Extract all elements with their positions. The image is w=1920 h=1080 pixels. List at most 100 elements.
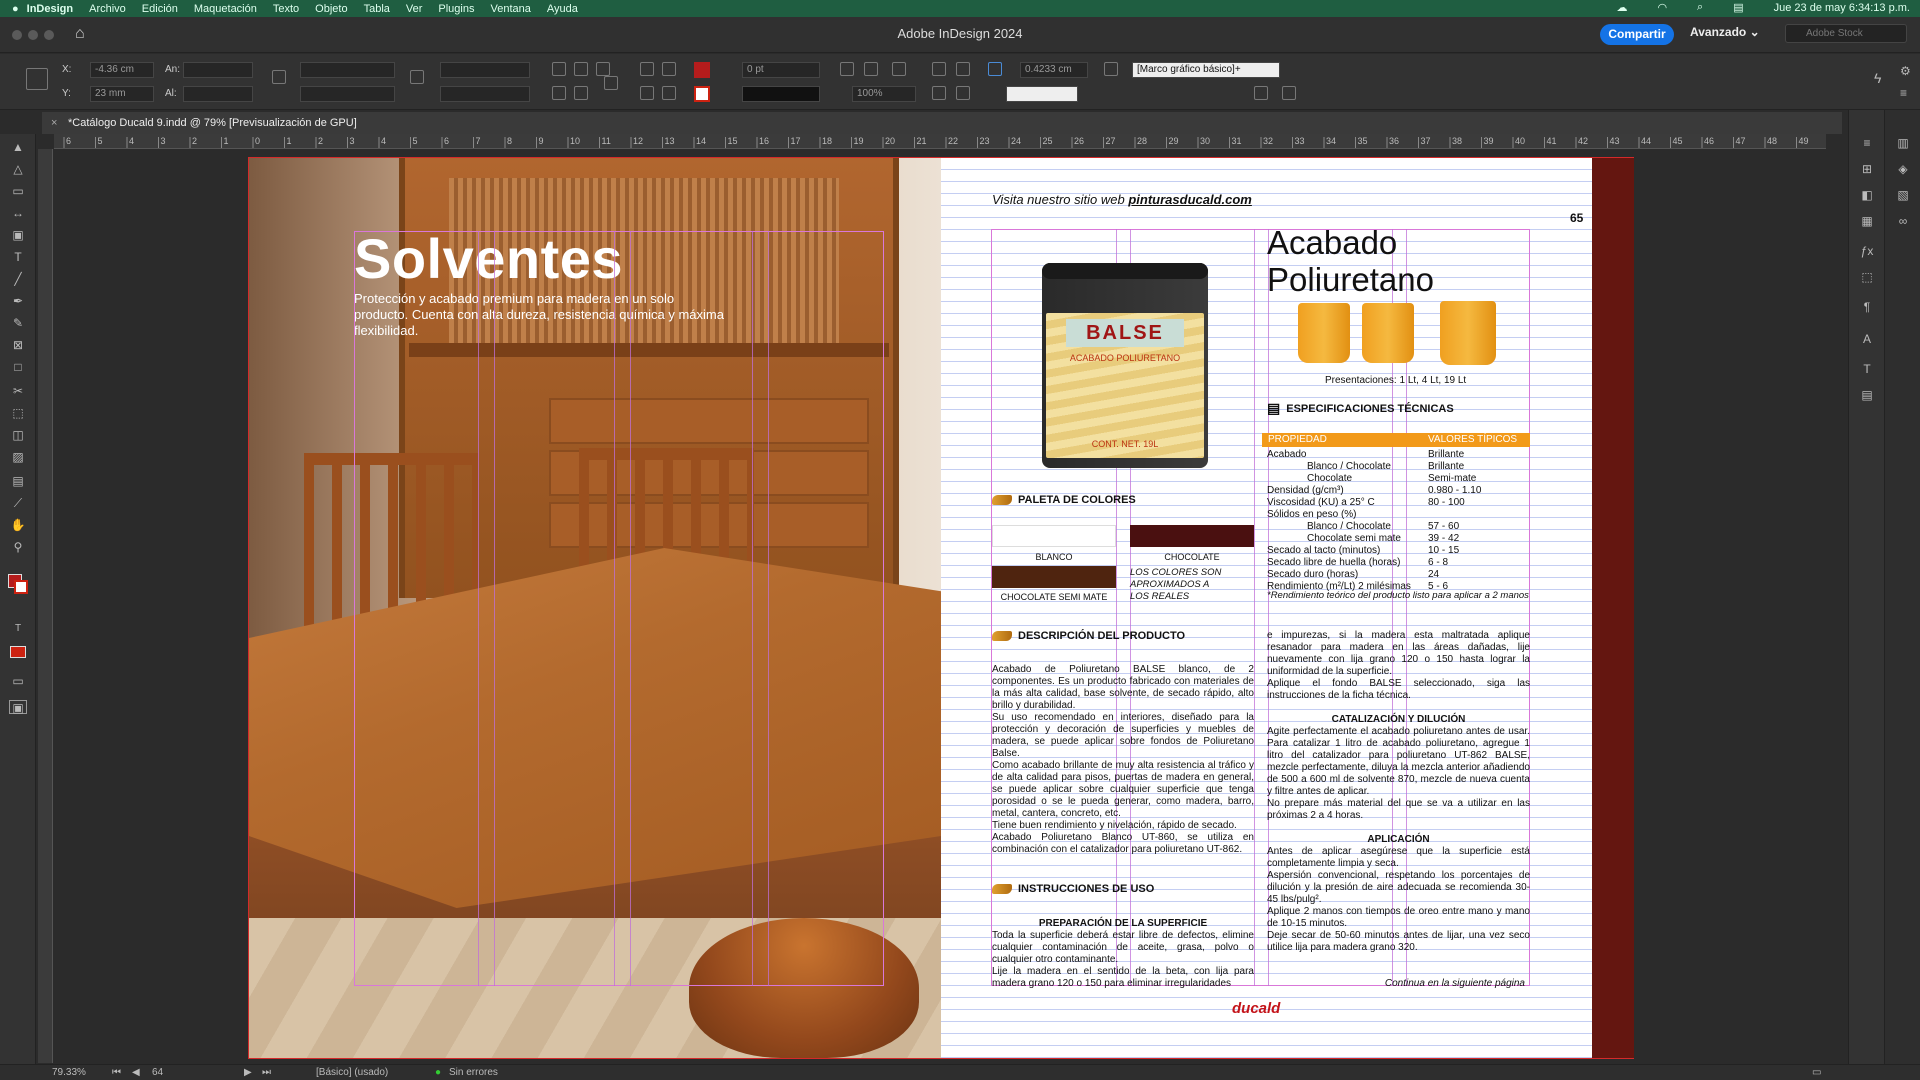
gradient-tool-icon[interactable]: ◫ xyxy=(9,428,27,442)
close-tab-icon[interactable]: × xyxy=(51,112,57,134)
links-panel-icon[interactable]: ⊞ xyxy=(1859,162,1875,176)
menu-texto[interactable]: Texto xyxy=(273,3,299,15)
type-tool-icon[interactable]: T xyxy=(9,250,27,264)
stroke-type-select[interactable] xyxy=(742,86,820,102)
pen-tool-icon[interactable]: ✒ xyxy=(9,294,27,308)
stroke-weight-field[interactable]: 0 pt xyxy=(742,62,820,78)
rotation-field[interactable] xyxy=(440,62,530,78)
text-panel-icon[interactable]: T xyxy=(1859,362,1875,376)
view-mode-icon[interactable]: ▭ xyxy=(9,674,27,688)
menu-ayuda[interactable]: Ayuda xyxy=(547,3,578,15)
scale-y-field[interactable] xyxy=(300,86,395,102)
page-tool-icon[interactable]: ▭ xyxy=(9,184,27,198)
image-panel-icon[interactable]: ▦ xyxy=(1859,214,1875,228)
menu-objeto[interactable]: Objeto xyxy=(315,3,347,15)
control-center-icon[interactable]: ▤ xyxy=(1733,1,1743,14)
apple-icon[interactable]: ● xyxy=(12,3,19,15)
lightning-icon[interactable]: ϟ xyxy=(1874,70,1881,86)
gap-tool-icon[interactable]: ↔ xyxy=(9,206,27,220)
cloud-icon[interactable]: ☁ xyxy=(1616,1,1627,14)
text-wrap-none-icon[interactable] xyxy=(932,62,946,76)
flip-icon[interactable] xyxy=(596,62,610,76)
panel-toggle-icon[interactable]: ▭ xyxy=(1812,1067,1821,1078)
horizontal-ruler[interactable]: 6 5 4 3 2 1 0 1 2 3 4 5 6 7 8 9 10 11 12 13 14 15 16 17 18 19 20 21… xyxy=(54,134,1826,149)
opacity-field[interactable]: 100% xyxy=(852,86,916,102)
gear-icon[interactable]: ⚙ xyxy=(1900,64,1911,78)
ducald-logo[interactable]: ducald xyxy=(1232,1000,1280,1017)
link-scale-icon[interactable] xyxy=(410,70,424,84)
pages-panel-icon[interactable]: ≡ xyxy=(1859,136,1875,150)
eyedropper-tool-icon[interactable]: ⟋ xyxy=(9,496,27,510)
panel-menu-icon[interactable]: ≡ xyxy=(1900,86,1907,100)
bucket-19lt-image[interactable] xyxy=(1440,301,1496,365)
object-style-icon[interactable] xyxy=(1104,62,1118,76)
link-panel-icon[interactable]: ∞ xyxy=(1895,214,1911,228)
paragraph-styles-icon[interactable]: ¶ xyxy=(1859,300,1875,314)
menu-maquetacion[interactable]: Maquetación xyxy=(194,3,257,15)
rotate-cw-icon[interactable] xyxy=(552,62,566,76)
menu-archivo[interactable]: Archivo xyxy=(89,3,126,15)
y-position-field[interactable]: 23 mm xyxy=(90,86,154,102)
document-tab[interactable]: × *Catálogo Ducald 9.indd @ 79% [Previsu… xyxy=(42,112,1842,134)
menu-tabla[interactable]: Tabla xyxy=(364,3,390,15)
formatting-affects-text-icon[interactable]: T xyxy=(9,622,27,636)
swatch-chocolate-semi-mate[interactable] xyxy=(992,566,1116,588)
catalysis-text[interactable]: Agite perfectamente el acabado poliureta… xyxy=(1267,726,1530,822)
next-page-icon[interactable]: ▶ xyxy=(244,1067,252,1078)
auto-fit-icon[interactable] xyxy=(988,62,1002,76)
search-icon[interactable]: ⌕ xyxy=(1697,1,1703,14)
zoom-tool-icon[interactable]: ⚲ xyxy=(9,540,27,554)
bucket-4lt-image[interactable] xyxy=(1362,303,1414,363)
width-field[interactable] xyxy=(183,62,253,78)
stroke-swatch[interactable] xyxy=(694,86,710,102)
direct-selection-tool-icon[interactable]: △ xyxy=(9,162,27,176)
product-title[interactable]: Acabado Poliuretano xyxy=(1267,224,1527,298)
libraries-panel-icon[interactable]: ▥ xyxy=(1895,136,1911,150)
gradient-panel-icon[interactable]: ◧ xyxy=(1859,188,1875,202)
line-tool-icon[interactable]: ╱ xyxy=(9,272,27,286)
prep-text-continued[interactable]: e impurezas, si la madera esta maltratad… xyxy=(1267,630,1530,702)
scale-x-field[interactable] xyxy=(300,62,395,78)
swatches-panel-icon[interactable]: ▧ xyxy=(1895,188,1911,202)
zoom-level[interactable]: 79.33% xyxy=(52,1067,86,1078)
shear-field[interactable] xyxy=(440,86,530,102)
selection-tool-icon[interactable]: ▲ xyxy=(9,140,27,154)
text-wrap-jump-icon[interactable] xyxy=(956,86,970,100)
swatch-blanco[interactable] xyxy=(992,525,1116,547)
select-next-icon[interactable] xyxy=(662,86,676,100)
first-page-icon[interactable]: ⏮ xyxy=(112,1067,121,1078)
product-description[interactable]: Acabado de Poliuretano BALSE blanco, de … xyxy=(992,664,1254,856)
vertical-ruler[interactable] xyxy=(38,149,53,1063)
create-style-icon[interactable] xyxy=(1282,86,1296,100)
select-content-icon[interactable] xyxy=(662,62,676,76)
constrain-proportions-icon[interactable] xyxy=(272,70,286,84)
adobe-stock-search[interactable]: Adobe Stock xyxy=(1785,24,1907,43)
transform-panel-icon[interactable]: ⬚ xyxy=(1859,270,1875,284)
prev-page-icon[interactable]: ◀ xyxy=(132,1067,140,1078)
select-container-icon[interactable] xyxy=(640,62,654,76)
product-can-image[interactable]: BALSE ACABADO POLIURETANO CONT. NET. 19L xyxy=(1042,263,1208,468)
menu-app-name[interactable]: InDesign xyxy=(27,3,73,15)
screen-mode-icon[interactable]: ▣ xyxy=(9,700,27,715)
swatch-chocolate[interactable] xyxy=(1130,525,1254,547)
content-collector-icon[interactable]: ▣ xyxy=(9,228,27,242)
menu-plugins[interactable]: Plugins xyxy=(438,3,474,15)
stroke-color-icon[interactable] xyxy=(14,580,28,594)
fill-swatch[interactable] xyxy=(694,62,710,78)
flip-horizontal-icon[interactable] xyxy=(552,86,566,100)
height-field[interactable] xyxy=(183,86,253,102)
free-transform-tool-icon[interactable]: ⬚ xyxy=(9,406,27,420)
menu-ver[interactable]: Ver xyxy=(406,3,423,15)
menu-ventana[interactable]: Ventana xyxy=(490,3,530,15)
layers-panel-icon[interactable]: ◈ xyxy=(1895,162,1911,176)
text-wrap-box-icon[interactable] xyxy=(956,62,970,76)
offset-field[interactable]: 0.4233 cm xyxy=(1020,62,1088,78)
rotate-ccw-icon[interactable] xyxy=(574,62,588,76)
website-link[interactable]: pinturasducald.com xyxy=(1128,192,1252,207)
table-panel-icon[interactable]: ▤ xyxy=(1859,388,1875,402)
rectangle-frame-tool-icon[interactable]: ⊠ xyxy=(9,338,27,352)
last-page-icon[interactable]: ⏭ xyxy=(262,1067,271,1078)
share-button[interactable]: Compartir xyxy=(1600,24,1674,45)
bucket-1lt-image[interactable] xyxy=(1298,303,1350,363)
character-styles-icon[interactable]: A xyxy=(1859,332,1875,346)
